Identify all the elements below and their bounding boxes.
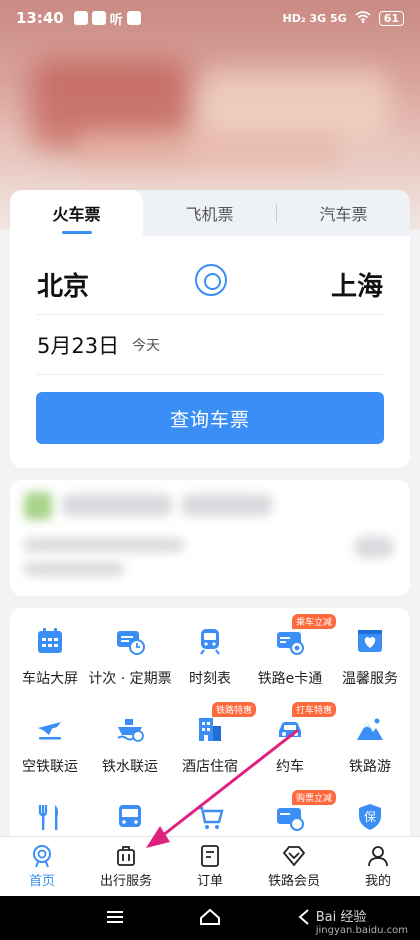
notification-icon <box>73 11 88 25</box>
service-grid: 车站大屏 计次 · 定期票 时刻表 乘车立减 铁路e卡通 温馨服务 空铁联运 铁… <box>10 608 410 848</box>
shield-insurance-icon: 保 <box>359 804 381 830</box>
service-label: 铁路游 <box>349 759 391 775</box>
battery-icon: 61 <box>378 10 404 26</box>
ship-rail-icon <box>117 719 144 742</box>
back-icon[interactable] <box>294 906 316 928</box>
service-label: 温馨服务 <box>342 671 398 687</box>
service-hotel[interactable]: 铁路特惠 酒店住宿 <box>170 696 257 776</box>
ticket-search-card: 北京 上海 5月23日 今天 查询车票 <box>10 236 410 468</box>
nav-travel-service[interactable]: 出行服务 <box>84 837 168 896</box>
notification-icon-2 <box>126 11 141 25</box>
nav-home[interactable]: 首页 <box>0 837 84 896</box>
watermark-url: jingyan.baidu.com <box>315 925 408 936</box>
divider <box>37 314 383 315</box>
service-label: 酒店住宿 <box>182 759 238 775</box>
service-ship-rail[interactable]: 铁水联运 <box>90 696 170 776</box>
service-station-screen[interactable]: 车站大屏 <box>10 608 90 688</box>
service-ticket-pass[interactable]: 计次 · 定期票 <box>88 608 172 688</box>
mail-icon <box>91 11 106 25</box>
status-bar: 13:40 听 HD₂ 3G 5G 61 <box>0 0 420 36</box>
person-icon <box>368 846 388 867</box>
network-indicator: HD₂ 3G 5G <box>282 11 347 25</box>
service-warm[interactable]: 温馨服务 <box>330 608 410 688</box>
home-train-icon <box>33 845 51 868</box>
service-rail-ecard[interactable]: 乘车立减 铁路e卡通 <box>250 608 337 688</box>
status-time: 13:40 <box>16 9 64 27</box>
suitcase-icon <box>117 846 135 866</box>
swap-cities-icon[interactable] <box>195 264 227 296</box>
nav-label: 首页 <box>28 874 55 889</box>
watermark-brand: Bai 经验 <box>315 910 367 925</box>
bus-icon <box>119 805 141 827</box>
hotel-icon <box>199 718 221 741</box>
service-label: 时刻表 <box>189 671 231 687</box>
car-icon <box>279 722 301 737</box>
nav-label: 我的 <box>364 874 391 889</box>
shield-text: 保 <box>364 810 376 824</box>
travel-date-today: 今天 <box>132 338 160 354</box>
ticket-pass-icon <box>117 631 145 655</box>
home-icon[interactable] <box>198 906 222 928</box>
nav-mine[interactable]: 我的 <box>336 837 420 896</box>
departure-city[interactable]: 北京 <box>37 266 89 303</box>
ticket-type-tabs: 火车票 飞机票 汽车票 <box>10 190 410 236</box>
search-tickets-button[interactable]: 查询车票 <box>36 392 384 444</box>
mountain-travel-icon <box>357 718 383 740</box>
plane-rail-icon <box>38 722 61 740</box>
promo-card[interactable] <box>10 480 410 596</box>
nav-orders[interactable]: 订单 <box>168 837 252 896</box>
station-screen-icon <box>38 628 62 653</box>
service-timetable[interactable]: 时刻表 <box>170 608 250 688</box>
divider <box>37 374 383 375</box>
card-train-icon <box>277 808 304 831</box>
tab-train-ticket[interactable]: 火车票 <box>10 190 143 236</box>
ting-app-icon: 听 <box>109 12 123 28</box>
nav-rail-member[interactable]: 铁路会员 <box>252 837 336 896</box>
tab-bus-ticket[interactable]: 汽车票 <box>277 190 410 236</box>
fork-knife-icon <box>38 805 59 830</box>
nav-label: 铁路会员 <box>267 874 320 889</box>
rail-ecard-icon <box>277 632 304 655</box>
wifi-icon <box>355 10 371 26</box>
watermark: Bai 经验 jingyan.baidu.com <box>316 906 408 936</box>
service-rail-travel[interactable]: 铁路游 <box>330 696 410 776</box>
cart-icon <box>198 806 224 829</box>
menu-icon[interactable] <box>104 906 126 928</box>
travel-date[interactable]: 5月23日 <box>37 330 119 360</box>
nav-label: 出行服务 <box>99 874 152 889</box>
tab-flight-ticket[interactable]: 飞机票 <box>143 190 276 236</box>
service-car[interactable]: 打车特惠 约车 <box>250 696 337 776</box>
service-label: 铁路e卡通 <box>257 671 323 687</box>
service-label: 计次 · 定期票 <box>88 671 172 687</box>
diamond-member-icon <box>282 846 306 867</box>
service-label: 铁水联运 <box>102 759 158 775</box>
heart-service-icon <box>358 630 382 652</box>
order-list-icon <box>201 845 219 867</box>
nav-label: 订单 <box>196 874 223 889</box>
bottom-nav: 首页 出行服务 订单 铁路会员 我的 <box>0 836 420 896</box>
service-label: 约车 <box>276 759 304 775</box>
train-timetable-icon <box>200 629 220 655</box>
arrival-city[interactable]: 上海 <box>331 266 383 303</box>
service-air-rail[interactable]: 空铁联运 <box>10 696 90 776</box>
